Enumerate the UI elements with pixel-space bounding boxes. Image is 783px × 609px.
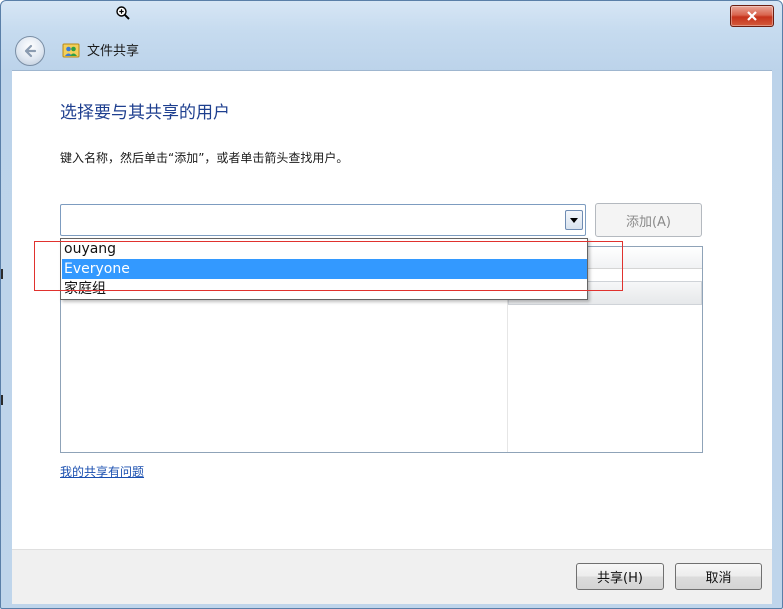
close-button[interactable] [730, 5, 774, 27]
cancel-button[interactable]: 取消 [675, 563, 762, 590]
page-heading: 选择要与其共享的用户 [60, 103, 230, 123]
close-icon [747, 11, 757, 21]
share-users-icon [62, 43, 80, 58]
sharing-help-link[interactable]: 我的共享有问题 [60, 463, 144, 480]
window-title: 文件共享 [87, 44, 140, 59]
dialog-footer: 共享(H) 取消 [12, 549, 772, 604]
frame-edge-mark [1, 269, 3, 279]
combo-dropdown-button[interactable] [565, 210, 583, 230]
back-arrow-icon [24, 44, 37, 58]
instruction-text: 键入名称，然后单击“添加”，或者单击箭头查找用户。 [60, 151, 349, 165]
user-name-input[interactable] [63, 207, 567, 235]
dropdown-arrow-icon [570, 217, 578, 223]
add-button[interactable]: 添加(A) [595, 203, 702, 237]
frame-edge-mark [1, 395, 3, 405]
share-button[interactable]: 共享(H) [576, 563, 664, 590]
annotation-highlight-box [34, 241, 623, 291]
zoom-in-cursor-icon [116, 6, 130, 20]
file-sharing-window: 文件共享 选择要与其共享的用户 键入名称，然后单击“添加”，或者单击箭头查找用户… [0, 0, 783, 609]
user-combobox[interactable] [60, 204, 586, 236]
back-button[interactable] [15, 36, 45, 66]
content-panel: 选择要与其共享的用户 键入名称，然后单击“添加”，或者单击箭头查找用户。 添加(… [12, 70, 772, 550]
